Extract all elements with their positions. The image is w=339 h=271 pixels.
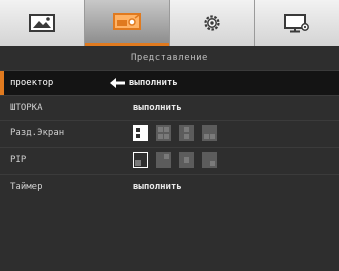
enter-arrow-icon [110,78,125,88]
menu-tab-bar [0,0,339,46]
menu-list: проектор выполнить ШТОРКА выполнить Разд… [0,70,339,199]
menu-item-label: Таймер [10,182,43,192]
menu-item-pip[interactable]: PIP [0,147,339,174]
execute-action[interactable]: выполнить [133,96,182,121]
section-title: Представление [131,53,208,63]
projector-icon [113,13,141,30]
menu-item-label: Разд.Экран [10,128,65,138]
gear-icon [204,15,220,31]
menu-item-projector[interactable]: проектор выполнить [0,70,339,95]
tab-projector[interactable] [85,0,170,46]
image-icon [29,14,55,32]
split-quad-icon[interactable] [156,125,171,141]
menu-item-timer[interactable]: Таймер выполнить [0,174,339,199]
pip-bottom-right-icon[interactable] [202,152,217,168]
pip-options [133,152,217,168]
split-full-left-icon[interactable] [133,125,148,141]
tab-settings[interactable] [170,0,255,46]
split-vertical-icon[interactable] [179,125,194,141]
execute-action[interactable]: выполнить [129,71,178,96]
tab-image[interactable] [0,0,85,46]
pip-bottom-left-icon[interactable] [133,152,148,168]
selection-indicator [0,71,4,95]
menu-item-label: ШТОРКА [10,103,43,113]
execute-action[interactable]: выполнить [133,175,182,200]
menu-item-label: проектор [10,78,54,88]
split-bottom-icon[interactable] [202,125,217,141]
tab-display[interactable] [255,0,339,46]
monitor-settings-icon [284,14,309,33]
pip-center-icon[interactable] [179,152,194,168]
menu-item-shutter[interactable]: ШТОРКА выполнить [0,95,339,120]
osd-menu-panel: Представление проектор выполнить ШТОРКА … [0,0,339,271]
menu-item-label: PIP [10,155,27,165]
menu-item-split-screen[interactable]: Разд.Экран [0,120,339,147]
split-screen-options [133,125,217,141]
pip-top-right-icon[interactable] [156,152,171,168]
